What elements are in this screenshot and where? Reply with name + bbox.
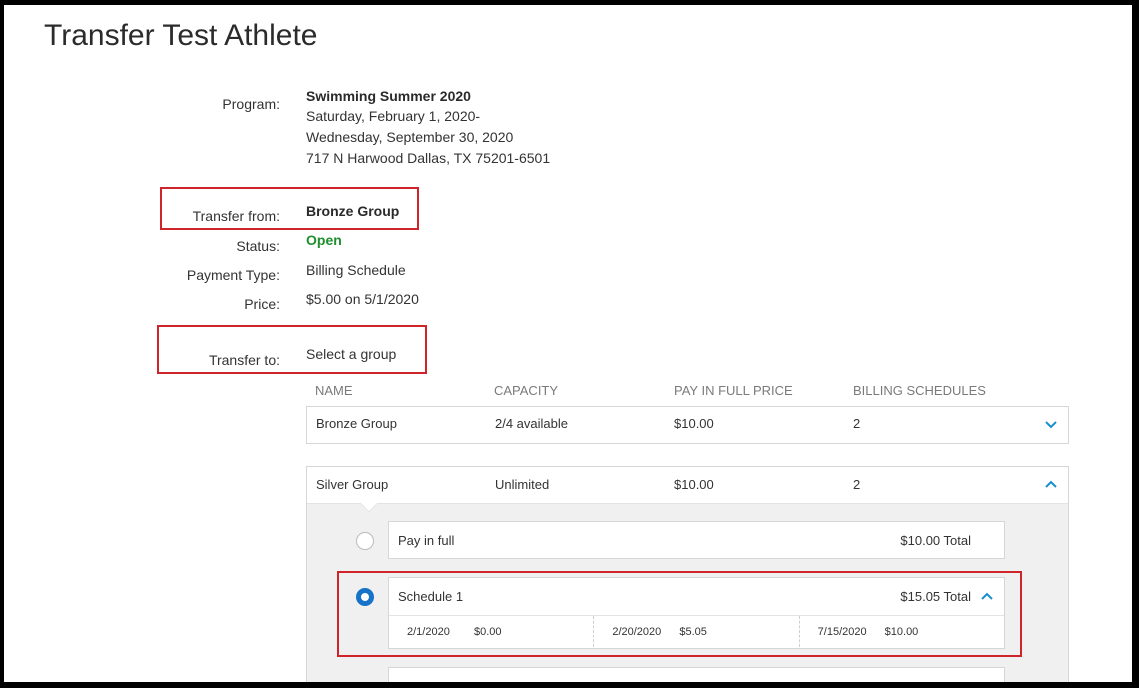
transfer-to-placeholder: Select a group [306,346,397,362]
group-name: Bronze Group [316,416,397,431]
group-capacity: Unlimited [495,477,550,492]
program-date-end: Wednesday, September 30, 2020 [306,129,514,145]
window-frame: Transfer Test Athlete Program: Swimming … [0,0,1139,688]
chevron-up-icon[interactable] [1044,477,1058,491]
status-label: Status: [236,238,280,254]
installment-date: 7/15/2020 [817,626,867,638]
program-name: Swimming Summer 2020 [306,88,471,104]
group-row-bronze[interactable]: Bronze Group 2/4 available $10.00 2 [306,406,1069,444]
pay-in-full-radio[interactable] [356,532,374,550]
page-title: Transfer Test Athlete [44,19,318,52]
installment-amount: $10.00 [884,626,919,638]
installment-date: 2/20/2020 [612,626,662,638]
group-price: $10.00 [674,416,714,431]
price-label: Price: [244,296,280,312]
payment-type-value: Billing Schedule [306,262,406,278]
schedule-2-option[interactable] [388,667,1005,682]
column-header-capacity: CAPACITY [494,383,559,398]
transfer-from-value: Bronze Group [306,203,400,219]
chevron-down-icon[interactable] [1044,417,1058,431]
schedule-1-radio[interactable] [356,588,374,606]
installment-date: 2/1/2020 [407,626,450,638]
group-schedules: 2 [853,416,861,431]
group-capacity: 2/4 available [495,416,568,431]
expand-pointer [360,495,378,513]
program-label: Program: [222,96,280,112]
status-badge: Open [306,232,342,248]
installment-item: 2/20/2020 $5.05 [593,616,798,647]
pay-in-full-option[interactable]: Pay in full $10.00 Total [388,521,1005,559]
group-schedules: 2 [853,477,861,492]
installment-amount: $5.05 [679,626,707,638]
pay-in-full-label: Pay in full [398,533,455,548]
schedule-1-option[interactable]: Schedule 1 $15.05 Total 2/1/2020 $0.00 2… [388,577,1005,649]
schedule-1-label: Schedule 1 [398,589,464,604]
transfer-to-label: Transfer to: [208,352,280,368]
column-header-name: NAME [315,383,353,398]
group-price: $10.00 [674,477,714,492]
column-header-billing-schedules: BILLING SCHEDULES [853,383,986,398]
pay-in-full-total: $10.00 Total [900,533,971,548]
transfer-from-label: Transfer from: [192,208,280,224]
schedule-1-total: $15.05 Total [900,589,971,604]
installment-amount: $0.00 [474,626,502,638]
column-header-pay-in-full-price: PAY IN FULL PRICE [674,383,793,398]
program-date-start: Saturday, February 1, 2020- [306,108,481,124]
installment-list: 2/1/2020 $0.00 2/20/2020 $5.05 7/15/2020… [389,615,1004,647]
group-name: Silver Group [316,477,389,492]
installment-item: 2/1/2020 $0.00 [389,616,593,647]
price-value: $5.00 on 5/1/2020 [306,291,419,307]
installment-item: 7/15/2020 $10.00 [798,616,1004,647]
chevron-up-icon[interactable] [980,589,994,603]
payment-type-label: Payment Type: [186,267,280,283]
program-address: 717 N Harwood Dallas, TX 75201-6501 [306,150,551,166]
